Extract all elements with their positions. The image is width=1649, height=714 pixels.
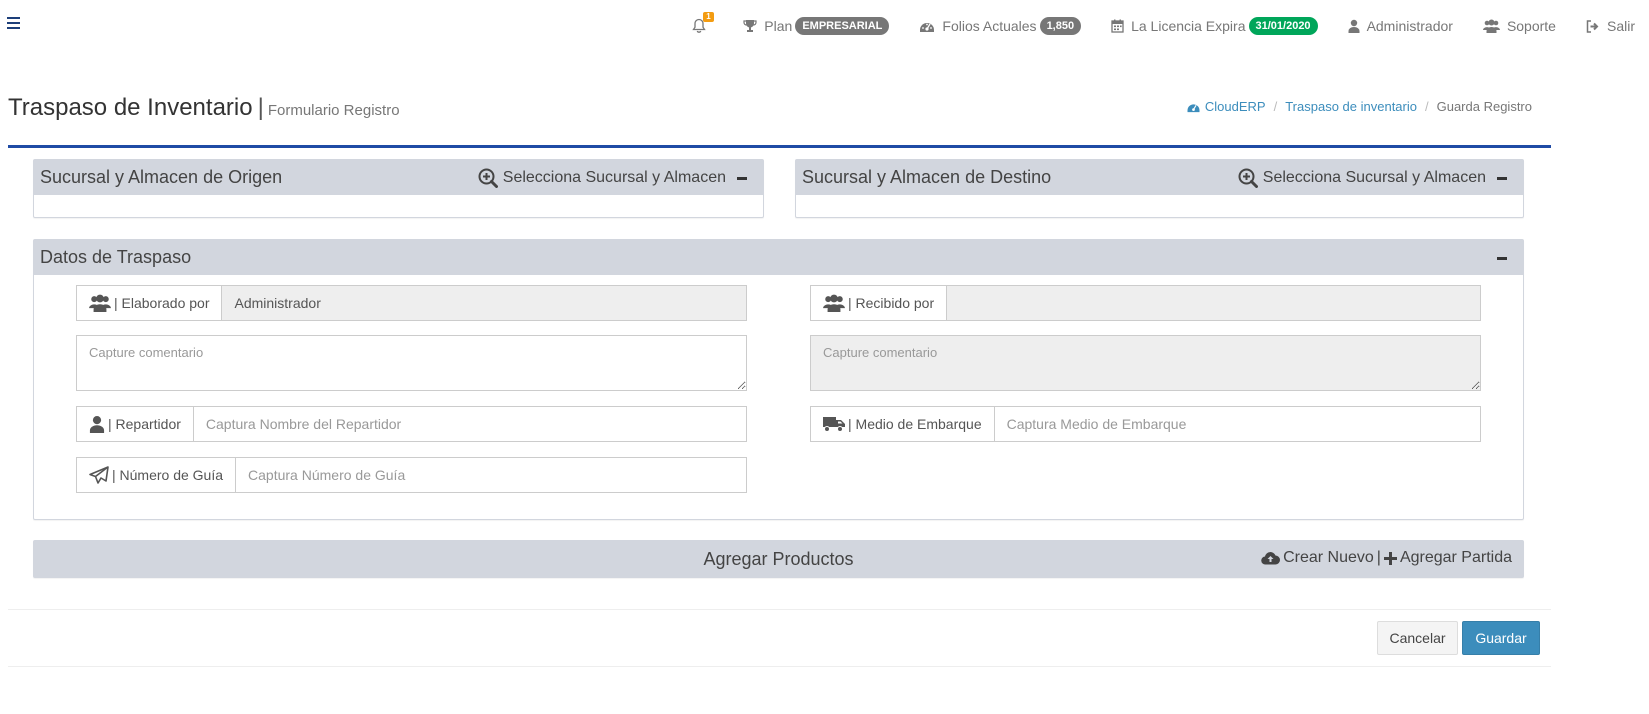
origin-panel-header: Sucursal y Almacen de Origen Selecciona … — [34, 160, 763, 195]
users-icon — [1482, 19, 1500, 33]
breadcrumb-divider: / — [1273, 99, 1278, 114]
footer-divider-top — [8, 609, 1551, 610]
logout-menu[interactable]: Salir — [1586, 18, 1635, 34]
origin-select-label: Selecciona Sucursal y Almacen — [502, 169, 726, 186]
dashboard-icon — [1187, 103, 1200, 112]
create-new-label: Crear Nuevo — [1283, 549, 1374, 566]
folios-menu[interactable]: Folios Actuales 1,850 — [919, 17, 1082, 35]
breadcrumb: CloudERP / Traspaso de inventario / Guar… — [1186, 99, 1532, 114]
breadcrumb-section[interactable]: Traspaso de inventario — [1285, 99, 1417, 114]
paper-plane-icon — [89, 466, 109, 484]
numero-guia-group: | Número de Guía — [76, 457, 747, 493]
page-title: Traspaso de Inventario | Formulario Regist… — [8, 94, 400, 122]
breadcrumb-home[interactable]: CloudERP — [1186, 99, 1266, 114]
breadcrumb-divider: / — [1424, 99, 1429, 114]
add-item-button[interactable]: Agregar Partida — [1383, 549, 1512, 567]
top-nav-menu: 1 Plan EMPRESARIAL Folios Actuales 1,850… — [692, 12, 1635, 38]
calendar-icon — [1111, 19, 1124, 33]
origin-panel-title: Sucursal y Almacen de Origen — [40, 167, 283, 187]
notifications-menu[interactable]: 1 — [692, 12, 714, 34]
numero-guia-label: | Número de Guía — [112, 467, 224, 483]
notification-count-badge: 1 — [703, 12, 714, 22]
hamburger-icon[interactable] — [7, 17, 20, 29]
plan-menu[interactable]: Plan EMPRESARIAL — [743, 17, 890, 35]
products-panel-tools: Crear Nuevo | Agregar Partida — [1261, 549, 1512, 567]
elaborado-por-addon: | Elaborado por — [77, 286, 223, 320]
plan-badge: EMPRESARIAL — [795, 17, 890, 35]
license-badge: 31/01/2020 — [1248, 17, 1318, 35]
breadcrumb-current: Guarda Registro — [1436, 99, 1532, 114]
create-new-button[interactable]: Crear Nuevo — [1261, 549, 1374, 567]
medio-embarque-addon: | Medio de Embarque — [811, 407, 995, 441]
repartidor-input[interactable] — [193, 407, 746, 441]
products-tools-separator: | — [1376, 549, 1381, 566]
medio-embarque-input[interactable] — [994, 407, 1480, 441]
medio-embarque-group: | Medio de Embarque — [810, 406, 1481, 442]
transfer-panel-header: Datos de Traspaso — [34, 240, 1523, 275]
footer-divider-bottom — [8, 666, 1551, 667]
user-menu[interactable]: Administrador — [1348, 18, 1453, 34]
folios-badge: 1,850 — [1039, 17, 1082, 35]
elaborado-por-input[interactable] — [222, 286, 746, 320]
recibido-por-addon: | Recibido por — [811, 286, 948, 320]
page-title-separator: | — [257, 94, 264, 121]
cancel-button[interactable]: Cancelar — [1377, 621, 1458, 655]
plan-label: Plan — [764, 18, 793, 34]
destination-select-label: Selecciona Sucursal y Almacen — [1262, 169, 1486, 186]
numero-guia-input[interactable] — [236, 458, 746, 492]
elaborado-por-label: | Elaborado por — [114, 295, 210, 311]
destination-panel-header: Sucursal y Almacen de Destino Selecciona… — [796, 160, 1523, 195]
minus-icon[interactable] — [737, 176, 747, 180]
numero-guia-addon: | Número de Guía — [77, 458, 237, 492]
recibido-por-group: | Recibido por — [810, 285, 1481, 321]
destination-panel: Sucursal y Almacen de Destino Selecciona… — [795, 159, 1524, 218]
support-label: Soporte — [1506, 18, 1556, 34]
recibido-por-input[interactable] — [947, 286, 1480, 320]
dashboard-icon — [920, 23, 935, 32]
breadcrumb-home-label: CloudERP — [1204, 99, 1266, 114]
license-label: La Licencia Expira — [1131, 18, 1246, 34]
sign-out-icon — [1586, 19, 1599, 33]
origin-panel: Sucursal y Almacen de Origen Selecciona … — [33, 159, 764, 218]
origin-select-button[interactable]: Selecciona Sucursal y Almacen — [478, 168, 747, 188]
elaborado-por-group: | Elaborado por — [76, 285, 747, 321]
destination-panel-title: Sucursal y Almacen de Destino — [802, 167, 1052, 187]
page-title-text: Traspaso de Inventario — [8, 94, 253, 121]
plus-icon — [1383, 551, 1397, 565]
search-plus-icon — [478, 168, 498, 188]
minus-icon[interactable] — [1497, 257, 1507, 260]
destination-select-button[interactable]: Selecciona Sucursal y Almacen — [1238, 168, 1507, 188]
add-item-label: Agregar Partida — [1399, 549, 1512, 566]
received-comment-textarea[interactable] — [810, 335, 1481, 391]
support-menu[interactable]: Soporte — [1482, 18, 1556, 34]
repartidor-label: | Repartidor — [108, 416, 181, 432]
cloud-upload-icon — [1261, 552, 1281, 565]
logout-label: Salir — [1606, 18, 1635, 34]
folios-label: Folios Actuales — [942, 18, 1037, 34]
trophy-icon — [743, 20, 757, 32]
user-icon — [1348, 19, 1360, 33]
license-menu[interactable]: La Licencia Expira 31/01/2020 — [1111, 17, 1318, 35]
comment-textarea[interactable] — [76, 335, 747, 391]
users-icon — [823, 294, 845, 312]
minus-icon[interactable] — [1497, 176, 1507, 180]
user-icon — [89, 416, 105, 433]
transfer-panel-title: Datos de Traspaso — [40, 247, 192, 267]
search-plus-icon — [1238, 168, 1258, 188]
page-subtitle: Formulario Registro — [267, 102, 400, 119]
recibido-por-label: | Recibido por — [848, 295, 935, 311]
users-icon — [89, 294, 111, 312]
top-navbar: 1 Plan EMPRESARIAL Folios Actuales 1,850… — [0, 0, 1649, 52]
truck-icon — [823, 417, 845, 432]
medio-embarque-label: | Medio de Embarque — [848, 416, 982, 432]
user-label: Administrador — [1366, 18, 1453, 34]
repartidor-group: | Repartidor — [76, 406, 747, 442]
repartidor-addon: | Repartidor — [77, 407, 194, 441]
products-panel: Agregar Productos Crear Nuevo | Agregar … — [33, 540, 1524, 578]
save-button[interactable]: Guardar — [1462, 621, 1540, 655]
